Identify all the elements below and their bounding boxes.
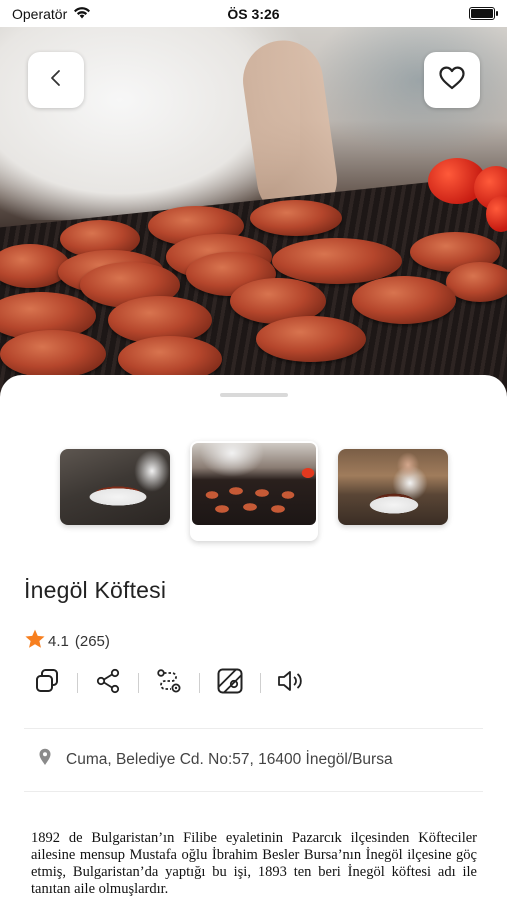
share-icon xyxy=(94,667,122,700)
location-pin-icon xyxy=(38,748,52,771)
action-bar xyxy=(24,665,314,701)
review-count: (265) xyxy=(74,632,110,650)
route-icon xyxy=(155,667,183,700)
hero-photo-kofte xyxy=(256,316,366,362)
route-button[interactable] xyxy=(146,665,192,701)
action-divider xyxy=(77,673,78,693)
address-row[interactable]: Cuma, Belediye Cd. No:57, 16400 İnegöl/B… xyxy=(38,748,393,771)
star-icon xyxy=(24,628,46,654)
map-icon xyxy=(216,667,244,700)
section-divider xyxy=(24,728,483,729)
hero-photo-kofte xyxy=(250,200,342,236)
speaker-icon xyxy=(276,668,306,699)
place-title: İnegöl Köftesi xyxy=(24,577,167,603)
heart-icon xyxy=(438,65,466,96)
thumbnail-plate-hand[interactable] xyxy=(60,449,170,525)
share-button[interactable] xyxy=(85,665,131,701)
detail-sheet: İnegöl Köftesi 4.1 (265) Cuma, Belediye … xyxy=(0,375,507,900)
address-text: Cuma, Belediye Cd. No:57, 16400 İnegöl/B… xyxy=(66,750,393,768)
action-divider xyxy=(138,673,139,693)
section-divider xyxy=(24,791,483,792)
rating-row: 4.1 (265) xyxy=(24,628,110,654)
thumbnail-chef-plate[interactable] xyxy=(338,449,448,525)
thumbnail-plate-hand-image xyxy=(60,449,170,525)
rating-value: 4.1 xyxy=(48,632,69,650)
thumbnail-chef-plate-image xyxy=(338,449,448,525)
back-button[interactable] xyxy=(28,52,84,108)
copy-icon xyxy=(33,667,61,700)
battery-icon xyxy=(469,7,498,20)
copy-button[interactable] xyxy=(24,665,70,701)
thumbnail-grill-image xyxy=(192,443,316,525)
chevron-left-icon xyxy=(49,69,63,92)
action-divider xyxy=(199,673,200,693)
status-bar: Operatör ÖS 3:26 xyxy=(0,0,507,27)
map-button[interactable] xyxy=(207,665,253,701)
favorite-button[interactable] xyxy=(424,52,480,108)
action-divider xyxy=(260,673,261,693)
audio-button[interactable] xyxy=(268,665,314,701)
status-time: ÖS 3:26 xyxy=(227,5,280,22)
hero-photo-kofte xyxy=(0,330,106,378)
thumbnail-grill[interactable] xyxy=(190,441,318,541)
description-text: 1892 de Bulgaristan’ın Filibe eyaletinin… xyxy=(31,830,477,897)
sheet-drag-handle[interactable] xyxy=(220,393,288,397)
hero-photo-kofte xyxy=(352,276,456,324)
